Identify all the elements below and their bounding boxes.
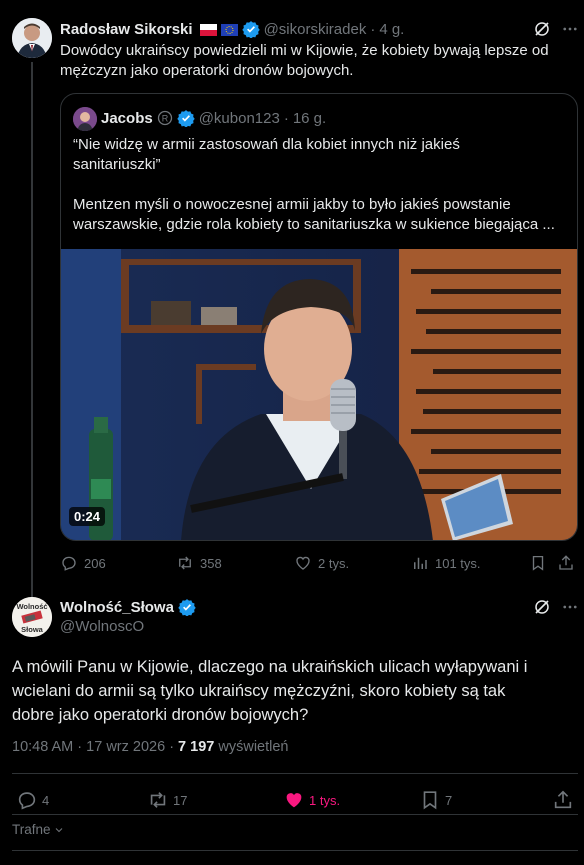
tweet1-text: Dowódcy ukraińscy powiedzieli mi w Kijow… — [60, 41, 580, 81]
views-count: 101 tys. — [435, 555, 481, 571]
tweet1-header: Radosław Sikorski @sikorskiradek · 4 g. — [60, 19, 404, 39]
sort-label: Trafne — [12, 822, 51, 837]
more-options-icon[interactable] — [561, 20, 579, 38]
repost-button[interactable]: 358 — [176, 554, 222, 572]
quote-author-name: Jacobs — [101, 109, 153, 127]
registered-icon: R — [157, 110, 173, 126]
author-name[interactable]: Radosław Sikorski — [60, 21, 193, 38]
tweet2-text-line: dobre jako operatorki dronów bojowych? — [12, 706, 309, 724]
grok-icon[interactable] — [533, 598, 551, 616]
reply-button[interactable]: 4 — [16, 789, 49, 811]
bookmark-icon — [532, 555, 544, 571]
views-label: wyświetleń — [218, 739, 289, 755]
more-options-icon[interactable] — [561, 598, 579, 616]
verified-badge-icon — [178, 598, 196, 617]
quote-text: “Nie widzę w armii zastosowań dla kobiet… — [73, 135, 573, 235]
views-count: 7 197 — [178, 739, 215, 755]
bookmark-button[interactable]: 7 — [419, 789, 452, 811]
separator: · — [370, 20, 376, 38]
tweet2-text-line: wcielani do armii są tylko ukraińscy męż… — [12, 682, 506, 700]
reply-button[interactable]: 206 — [60, 554, 106, 572]
like-button[interactable]: 2 tys. — [294, 554, 349, 572]
quote-text-line: warszawskie, gdzie rola kobiety to sanit… — [73, 216, 555, 233]
share-icon — [554, 790, 572, 809]
quoted-tweet[interactable]: Jacobs R @kubon123 · 16 g. “Nie widzę w … — [60, 93, 578, 541]
post-time[interactable]: 10:48 AM — [12, 739, 73, 755]
post-date[interactable]: 17 wrz 2026 — [86, 739, 165, 755]
grok-icon[interactable] — [533, 20, 551, 38]
reply-count: 4 — [42, 792, 50, 808]
tweet1-text-line: mężczyzn jako operatorki dronów bojowych… — [60, 62, 354, 79]
verified-badge-icon — [177, 109, 195, 128]
like-icon — [296, 556, 310, 570]
quote-timestamp: 16 g. — [292, 109, 327, 127]
quote-header: Jacobs R @kubon123 · 16 g. — [101, 108, 326, 128]
tweet2-meta: 10:48 AM · 17 wrz 2026 · 7 197 wyświetle… — [12, 739, 289, 755]
like-count: 1 tys. — [309, 792, 341, 808]
avatar-jacobs — [73, 107, 97, 131]
video-thumbnail — [61, 249, 577, 540]
bookmark-count: 7 — [445, 792, 453, 808]
like-button[interactable]: 1 tys. — [283, 789, 340, 811]
author-name[interactable]: Wolność_Słowa — [60, 599, 174, 616]
share-button[interactable] — [557, 554, 575, 572]
bookmark-icon — [423, 791, 437, 810]
repost-icon — [150, 792, 166, 808]
divider — [12, 850, 578, 851]
timestamp[interactable]: 4 g. — [379, 21, 404, 38]
reply-icon — [62, 556, 76, 571]
repost-count: 358 — [200, 555, 222, 571]
quote-text-line: “Nie widzę w armii zastosowań dla kobiet… — [73, 136, 460, 153]
quote-author-handle: @kubon123 — [198, 109, 280, 127]
avatar-wolnosc-slowa[interactable]: Wolność Słowa — [12, 597, 52, 637]
avatar-sikorski[interactable] — [12, 18, 52, 58]
chevron-down-icon — [55, 827, 62, 832]
divider — [12, 814, 578, 815]
share-button[interactable] — [552, 789, 574, 811]
author-handle[interactable]: @sikorskiradek — [264, 21, 367, 38]
repost-icon — [179, 556, 191, 570]
views-icon — [414, 557, 427, 569]
avatar-text-bottom: Słowa — [21, 625, 44, 634]
thread-line — [31, 62, 33, 600]
reply-icon — [18, 792, 36, 810]
eu-flag-icon — [220, 23, 238, 36]
tweet2-text-line: A mówili Panu w Kijowie, dlaczego na ukr… — [12, 658, 528, 676]
quote-text-line: sanitariuszki” — [73, 156, 161, 173]
sort-dropdown[interactable]: Trafne — [12, 822, 65, 837]
verified-badge-icon — [241, 20, 260, 39]
share-icon — [559, 555, 573, 570]
views-button[interactable]: 101 tys. — [411, 554, 481, 572]
reply-count: 206 — [84, 555, 106, 571]
video-duration: 0:24 — [74, 509, 101, 524]
tweet2-header: Wolność_Słowa @WolnoscO — [60, 597, 196, 637]
avatar-text-top: Wolność — [16, 602, 47, 611]
bookmark-button[interactable] — [529, 554, 547, 572]
separator: · — [283, 109, 289, 127]
repost-button[interactable]: 17 — [147, 789, 187, 811]
author-handle[interactable]: @WolnoscO — [60, 617, 196, 637]
like-icon — [286, 793, 302, 808]
repost-count: 17 — [173, 792, 188, 808]
divider — [12, 773, 578, 774]
tweet2-text: A mówili Panu w Kijowie, dlaczego na ukr… — [12, 655, 578, 727]
tweet1-text-line: Dowódcy ukraińscy powiedzieli mi w Kijow… — [60, 42, 549, 59]
poland-flag-icon — [199, 23, 217, 36]
svg-text:R: R — [161, 114, 168, 124]
like-count: 2 tys. — [318, 555, 350, 571]
video-player[interactable]: 0:24 — [61, 249, 577, 540]
video-duration-badge: 0:24 — [69, 507, 106, 526]
quote-text-line: Mentzen myśli o nowoczesnej armii jakby … — [73, 196, 511, 213]
